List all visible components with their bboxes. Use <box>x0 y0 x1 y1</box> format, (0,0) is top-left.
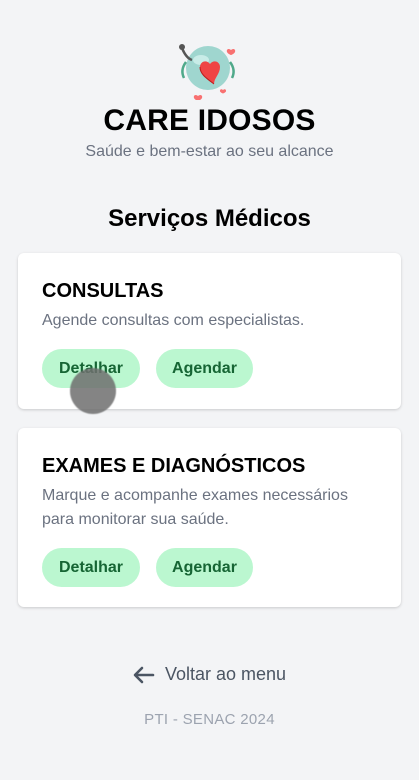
service-card-exames: EXAMES E DIAGNÓSTICOS Marque e acompanhe… <box>18 428 401 607</box>
card-actions: Detalhar Agendar <box>42 548 377 587</box>
touch-indicator <box>70 368 116 414</box>
back-to-menu-link[interactable]: Voltar ao menu <box>0 664 419 685</box>
arrow-left-icon <box>133 666 155 683</box>
back-link-label: Voltar ao menu <box>164 664 287 684</box>
section-title: Serviços Médicos <box>108 205 311 232</box>
schedule-button[interactable]: Agendar <box>156 548 253 587</box>
app-subtitle: Saúde e bem-estar ao seu alcance <box>85 143 334 160</box>
card-description: Marque e acompanhe exames necessários pa… <box>42 487 348 528</box>
app-logo <box>174 38 242 101</box>
card-title: CONSULTAS <box>42 280 164 302</box>
card-description: Agende consultas com especialistas. <box>42 312 305 329</box>
app-title: CARE IDOSOS <box>103 104 316 137</box>
card-title: EXAMES E DIAGNÓSTICOS <box>42 455 306 477</box>
footer-text: PTI - SENAC 2024 <box>144 711 275 728</box>
detail-button[interactable]: Detalhar <box>42 548 141 587</box>
schedule-button[interactable]: Agendar <box>156 349 253 388</box>
elderly-care-heart-stethoscope-icon <box>179 44 236 101</box>
